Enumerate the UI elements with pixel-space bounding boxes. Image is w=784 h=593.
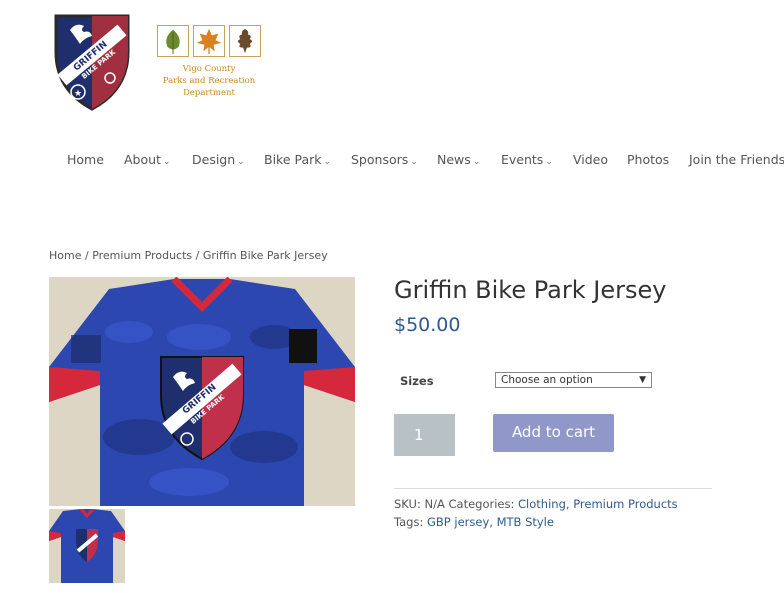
chevron-down-icon: ⌄ (162, 157, 171, 167)
nav-item-sponsors[interactable]: Sponsors ⌄ (351, 152, 418, 167)
meta-divider (394, 488, 712, 489)
sku-value: N/A (424, 497, 445, 511)
product-meta: SKU: N/A Categories: Clothing, Premium P… (394, 495, 704, 531)
product-thumbnail[interactable] (49, 509, 125, 583)
vigo-county-text: Vigo County Parks and Recreation Departm… (157, 63, 261, 99)
nav-label: Bike Park (264, 152, 322, 167)
sizes-label: Sizes (400, 374, 434, 388)
breadcrumb-separator: / (81, 249, 93, 262)
chevron-down-icon: ⌄ (472, 157, 481, 167)
product-title: Griffin Bike Park Jersey (394, 276, 667, 304)
nav-item-video[interactable]: Video (573, 152, 608, 167)
product-price: $50.00 (394, 314, 461, 336)
nav-item-design[interactable]: Design ⌄ (192, 152, 245, 167)
size-select-value: Choose an option (501, 374, 593, 386)
product-main-image[interactable]: GRIFFIN BIKE PARK (49, 277, 355, 506)
sku-label: SKU: (394, 497, 421, 511)
category-link-clothing[interactable]: Clothing (518, 497, 566, 511)
dropdown-arrow-icon: ▼ (639, 375, 646, 385)
nav-item-news[interactable]: News ⌄ (437, 152, 480, 167)
oak-leaf-icon (229, 25, 261, 57)
nav-item-events[interactable]: Events ⌄ (501, 152, 553, 167)
tag-link-gbp-jersey[interactable]: GBP jersey (427, 515, 489, 529)
nav-item-join-the-friends[interactable]: Join the Friends! (689, 152, 784, 167)
chevron-down-icon: ⌄ (323, 157, 332, 167)
nav-item-about[interactable]: About ⌄ (124, 152, 171, 167)
nav-item-home[interactable]: Home (67, 152, 104, 167)
categories-label: Categories: (448, 497, 515, 511)
category-link-premium-products[interactable]: Premium Products (573, 497, 677, 511)
vigo-line-1: Vigo County (182, 64, 236, 74)
vigo-line-3: Department (183, 88, 235, 98)
chevron-down-icon: ⌄ (237, 157, 245, 167)
nav-label: About (124, 152, 161, 167)
breadcrumb-current: Griffin Bike Park Jersey (202, 249, 328, 262)
quantity-input[interactable]: 1 (394, 414, 455, 456)
nav-label: News (437, 152, 471, 167)
breadcrumb-separator: / (192, 249, 203, 262)
vigo-county-parks-logo[interactable]: Vigo County Parks and Recreation Departm… (157, 25, 261, 105)
svg-text:★: ★ (74, 89, 82, 99)
nav-item-bike-park[interactable]: Bike Park ⌄ (264, 152, 331, 167)
birch-leaf-icon (157, 25, 189, 57)
breadcrumb-category-link[interactable]: Premium Products (92, 249, 192, 262)
chevron-down-icon: ⌄ (410, 157, 418, 167)
breadcrumb: Home / Premium Products / Griffin Bike P… (49, 249, 328, 262)
nav-label: Join the Friends! (689, 152, 784, 167)
tag-link-mtb-style[interactable]: MTB Style (497, 515, 554, 529)
size-select[interactable]: Choose an option ▼ (495, 372, 652, 388)
nav-item-photos[interactable]: Photos (627, 152, 669, 167)
meta-comma: , (565, 497, 570, 511)
tags-label: Tags: (394, 515, 424, 529)
maple-leaf-icon (193, 25, 225, 57)
nav-label: Sponsors (351, 152, 409, 167)
nav-label: Photos (627, 152, 670, 167)
breadcrumb-home-link[interactable]: Home (49, 249, 81, 262)
nav-label: Video (573, 152, 609, 167)
meta-comma: , (489, 515, 493, 529)
chevron-down-icon: ⌄ (545, 157, 553, 167)
vigo-line-2: Parks and Recreation (162, 76, 256, 86)
add-to-cart-button[interactable]: Add to cart (493, 414, 614, 452)
griffin-bike-park-logo[interactable]: ★ GRIFFIN BIKE PARK (52, 12, 132, 112)
nav-label: Design (192, 152, 236, 167)
nav-label: Home (67, 152, 104, 167)
nav-label: Events (501, 152, 544, 167)
